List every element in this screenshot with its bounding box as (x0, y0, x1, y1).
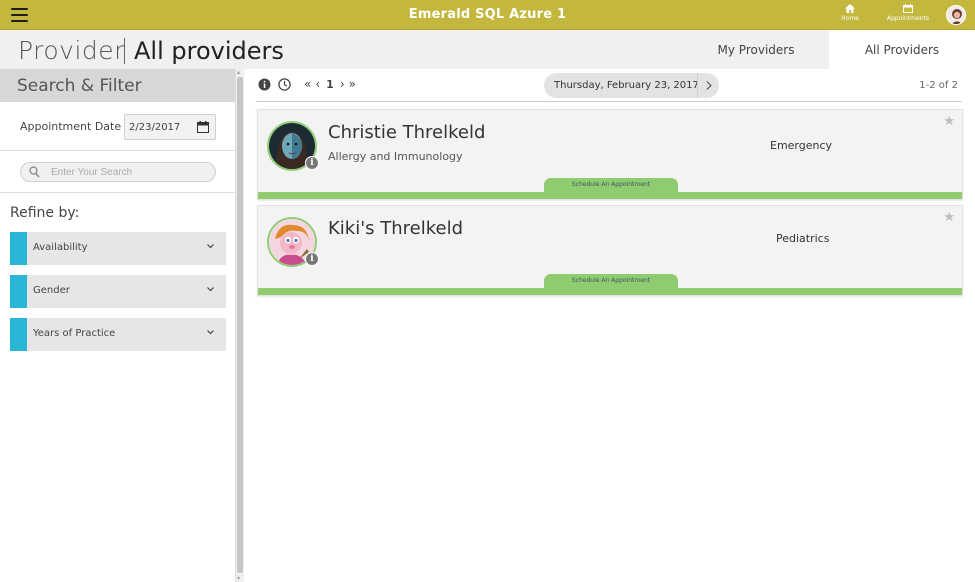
provider-info-icon[interactable]: i (305, 252, 319, 266)
app-title: Emerald SQL Azure 1 (408, 7, 567, 22)
sidebar-scrollbar[interactable]: ▴ ▾ (236, 69, 244, 582)
provider-name[interactable]: Kiki's Threlkeld (328, 218, 463, 239)
schedule-appointment-button[interactable]: Schedule An Appointment (544, 178, 678, 192)
appointment-date-input[interactable]: 2/23/2017 (124, 114, 216, 140)
pager: « ‹ 1 › » (304, 77, 356, 91)
chevron-right-icon (705, 81, 712, 90)
top-bar: Emerald SQL Azure 1 Home Appointments (0, 0, 975, 30)
sidebar-title: Search & Filter (0, 69, 235, 102)
pager-next-button[interactable]: › (340, 77, 345, 91)
sidebar: Search & Filter Appointment Date 2/23/20… (0, 69, 236, 582)
tab-my-providers[interactable]: My Providers (683, 30, 829, 69)
home-nav-label: Home (841, 15, 859, 22)
search-row (0, 151, 236, 193)
scroll-down-arrow[interactable]: ▾ (237, 575, 240, 582)
favorite-star-icon[interactable]: ★ (943, 114, 955, 129)
schedule-appointment-button[interactable]: Schedule An Appointment (544, 274, 678, 288)
scroll-up-arrow[interactable]: ▴ (237, 69, 240, 76)
pager-prev-button[interactable]: ‹ (315, 77, 320, 91)
filter-label: Availability (33, 242, 88, 253)
results-count: 1-2 of 2 (919, 80, 958, 91)
breadcrumb-separator (124, 38, 125, 64)
provider-name[interactable]: Christie Threlkeld (328, 122, 485, 143)
home-nav-button[interactable]: Home (839, 4, 861, 22)
info-icon[interactable] (258, 78, 271, 91)
filter-label: Years of Practice (33, 328, 116, 339)
date-selector[interactable]: Thursday, February 23, 2017 (544, 73, 719, 98)
page-title: All providers (134, 37, 284, 65)
card-footer-bar (258, 192, 962, 199)
provider-card[interactable]: i Kiki's Threlkeld Pediatrics ★ Schedule… (257, 205, 963, 296)
search-input[interactable] (51, 165, 211, 180)
results-toolbar: « ‹ 1 › » Thursday, February 23, 2017 1-… (256, 69, 962, 102)
clock-icon[interactable] (278, 78, 291, 91)
filter-gender[interactable]: Gender (10, 275, 226, 308)
favorite-star-icon[interactable]: ★ (943, 210, 955, 225)
appointment-date-row: Appointment Date 2/23/2017 (0, 102, 236, 151)
pager-last-button[interactable]: » (349, 77, 356, 91)
main-content: « ‹ 1 › » Thursday, February 23, 2017 1-… (244, 69, 975, 582)
home-icon (845, 4, 855, 13)
appointment-date-label: Appointment Date (20, 120, 122, 133)
provider-department: Emergency (770, 139, 833, 152)
user-avatar-image (951, 9, 963, 24)
scroll-thumb[interactable] (237, 77, 243, 573)
calendar-icon[interactable] (197, 121, 209, 133)
chevron-down-icon (207, 244, 214, 249)
user-avatar[interactable] (946, 5, 966, 25)
calendar-icon (903, 4, 913, 13)
search-icon (29, 166, 40, 178)
appointment-date-value: 2/23/2017 (129, 121, 181, 133)
page-header: Provider All providers My Providers All … (0, 30, 975, 69)
pager-first-button[interactable]: « (304, 77, 311, 91)
chevron-down-icon (207, 330, 214, 335)
appointments-nav-button[interactable]: Appointments (886, 4, 930, 22)
filter-accent (10, 275, 27, 308)
provider-department: Pediatrics (776, 232, 830, 245)
appointments-nav-label: Appointments (886, 15, 930, 22)
next-date-button[interactable] (697, 73, 719, 98)
breadcrumb-provider[interactable]: Provider (18, 36, 125, 65)
chevron-down-icon (207, 287, 214, 292)
filter-availability[interactable]: Availability (10, 232, 226, 265)
search-box[interactable] (20, 162, 216, 182)
pager-current-page[interactable]: 1 (326, 78, 334, 91)
card-footer-bar (258, 288, 962, 295)
filter-label: Gender (33, 285, 70, 296)
tab-all-providers[interactable]: All Providers (829, 30, 975, 69)
filter-accent (10, 318, 27, 351)
filter-years-of-practice[interactable]: Years of Practice (10, 318, 226, 351)
selected-date: Thursday, February 23, 2017 (554, 80, 699, 91)
provider-info-icon[interactable]: i (305, 156, 319, 170)
refine-label: Refine by: (10, 205, 80, 221)
provider-specialty: Allergy and Immunology (328, 150, 463, 163)
provider-card[interactable]: i Christie Threlkeld Allergy and Immunol… (257, 109, 963, 200)
filter-accent (10, 232, 27, 265)
